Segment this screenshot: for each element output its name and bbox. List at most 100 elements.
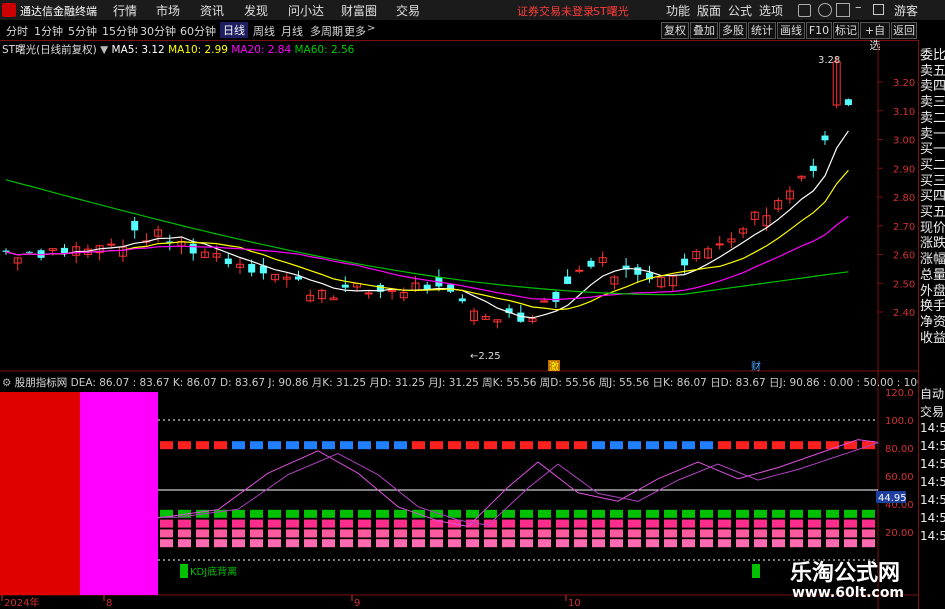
price-tick-label: 2.90: [893, 164, 915, 175]
tab-5min[interactable]: 5分钟: [68, 23, 97, 39]
back-button[interactable]: 返回: [891, 22, 917, 39]
indicator-square: [322, 529, 335, 538]
divergence-marker: [180, 564, 188, 578]
tab-daily[interactable]: 日线: [220, 22, 248, 38]
indicator-square: [394, 509, 407, 518]
indicator-square: [574, 539, 587, 548]
indicator-square: [790, 509, 803, 518]
indicator-square: [394, 519, 407, 528]
indicator-square: [574, 441, 587, 450]
indicator-square: [628, 441, 641, 450]
draw-line-button[interactable]: 画线: [777, 22, 805, 39]
tab-15min[interactable]: 15分钟: [102, 23, 138, 39]
menu-ask[interactable]: 问小达: [288, 2, 324, 19]
indicator-square: [304, 441, 317, 450]
indicator-tick-label: 60.00: [885, 472, 914, 483]
indicator-square: [520, 529, 533, 538]
tab-more[interactable]: 更多: [344, 23, 366, 39]
menu-news[interactable]: 资讯: [200, 2, 224, 19]
indicator-square: [574, 519, 587, 528]
sidebar-lower-item-8: 14:56: [920, 529, 945, 543]
indicator-square: [232, 509, 245, 518]
minimize-icon[interactable]: –: [855, 0, 862, 15]
guest-label[interactable]: 游客: [894, 2, 918, 19]
indicator-square: [232, 539, 245, 548]
mark-button[interactable]: 标记: [833, 22, 859, 39]
tab-weekly[interactable]: 周线: [253, 23, 275, 39]
indicator-square: [376, 441, 389, 450]
multi-stock-button[interactable]: 多股: [719, 22, 747, 39]
indicator-square: [538, 519, 551, 528]
indicator-tick-label: 20.00: [885, 528, 914, 539]
statistics-button[interactable]: 统计: [748, 22, 776, 39]
indicator-square: [826, 529, 839, 538]
tab-60min[interactable]: 60分钟: [180, 23, 216, 39]
candle-body: [248, 263, 256, 273]
indicator-square: [502, 519, 515, 528]
indicator-square: [286, 509, 299, 518]
indicator-square: [808, 529, 821, 538]
f10-button[interactable]: F10: [806, 22, 832, 39]
indicator-square: [268, 539, 281, 548]
indicator-square: [466, 529, 479, 538]
indicator-square: [628, 509, 641, 518]
indicator-square: [268, 519, 281, 528]
tab-intraday[interactable]: 分时: [6, 23, 28, 39]
sidebar-item-18[interactable]: 收益: [920, 327, 945, 346]
indicator-gear-icon[interactable]: ⚙: [2, 377, 11, 389]
indicator-square: [448, 529, 461, 538]
kline-chart-canvas[interactable]: 3.20 3.10 3.00 2.90 2.80 2.70 2.60 2.50 2.40 3.28…: [0, 40, 918, 609]
indicator-square: [502, 539, 515, 548]
indicator-square: [682, 509, 695, 518]
menu-quotes[interactable]: 行情: [113, 2, 137, 19]
settings-icon[interactable]: [836, 3, 850, 17]
indicator-name[interactable]: 股朋指标网: [15, 377, 68, 389]
candle-body: [2, 250, 10, 252]
add-watchlist-button[interactable]: +自选: [860, 22, 890, 52]
menu-layout[interactable]: 版面: [697, 2, 721, 19]
menu-fortune[interactable]: 财富圈: [341, 2, 377, 19]
candle-body: [189, 243, 197, 254]
menu-trade[interactable]: 交易: [396, 2, 420, 19]
period-toolbar: 分时 1分钟 5分钟 15分钟 30分钟 60分钟 日线 周线 月线 多周期 更…: [0, 20, 945, 52]
price-tick-label: 3.00: [893, 136, 915, 147]
indicator-block-red: [0, 392, 80, 595]
candle-body: [458, 298, 466, 302]
tab-1min[interactable]: 1分钟: [34, 23, 63, 39]
indicator-square: [718, 539, 731, 548]
candle-body: [341, 284, 349, 288]
indicator-legend: ⚙ 股朋指标网 DEA: 86.07 : 83.67 K: 86.07 D: 8…: [2, 375, 940, 390]
indicator-square: [556, 441, 569, 450]
overlay-button[interactable]: 叠加: [690, 22, 718, 39]
price-tick-label: 3.10: [893, 107, 915, 118]
indicator-square: [862, 509, 875, 518]
tab-monthly[interactable]: 月线: [281, 23, 303, 39]
sidebar-lower-item-4: 14:56: [920, 457, 945, 471]
indicator-square: [754, 529, 767, 538]
help-icon[interactable]: [798, 4, 811, 17]
menu-options[interactable]: 选项: [759, 2, 783, 19]
indicator-square: [340, 441, 353, 450]
message-icon[interactable]: [818, 3, 832, 17]
indicator-square: [592, 509, 605, 518]
adjust-button[interactable]: 复权: [661, 22, 689, 39]
tab-30min[interactable]: 30分钟: [140, 23, 176, 39]
indicator-square: [664, 519, 677, 528]
indicator-square: [448, 539, 461, 548]
menu-formula[interactable]: 公式: [728, 2, 752, 19]
indicator-square: [430, 441, 443, 450]
menu-market[interactable]: 市场: [156, 2, 180, 19]
indicator-square: [754, 539, 767, 548]
menu-function[interactable]: 功能: [666, 2, 690, 19]
indicator-square: [196, 529, 209, 538]
maximize-icon[interactable]: [873, 4, 884, 15]
ma-toggle-icon[interactable]: ▼: [100, 44, 108, 56]
indicator-square: [520, 519, 533, 528]
indicator-square: [808, 539, 821, 548]
indicator-square: [250, 529, 263, 538]
tab-multi-period[interactable]: 多周期: [310, 23, 343, 39]
indicator-square: [610, 529, 623, 538]
menu-discover[interactable]: 发现: [244, 2, 268, 19]
indicator-square: [520, 441, 533, 450]
indicator-square: [700, 519, 713, 528]
